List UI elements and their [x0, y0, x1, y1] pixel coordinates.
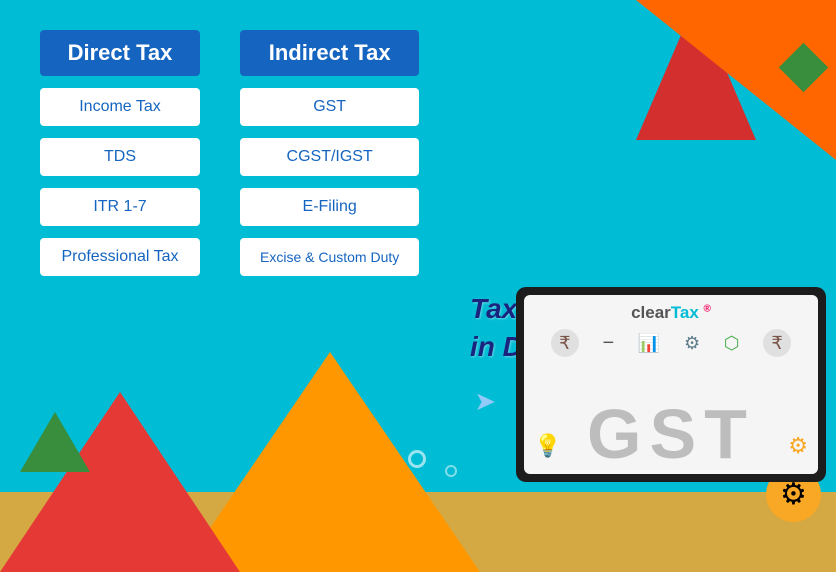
tds-item[interactable]: TDS	[40, 138, 200, 176]
rupee-right-icon: ₹	[763, 329, 791, 357]
indirect-tax-column: Indirect Tax GST CGST/IGST E-Filing Exci…	[240, 30, 419, 276]
direct-tax-column: Direct Tax Income Tax TDS ITR 1-7 Profes…	[40, 30, 200, 276]
cgst-igst-item[interactable]: CGST/IGST	[240, 138, 419, 176]
rupee-icon: ₹	[551, 329, 579, 357]
indirect-tax-header: Indirect Tax	[240, 30, 419, 76]
gst-big-text: GST	[587, 399, 755, 469]
gst-label-text: GST	[587, 395, 755, 473]
excise-custom-item[interactable]: Excise & Custom Duty	[240, 238, 419, 276]
circle-deco-2	[445, 465, 457, 477]
main-content: Direct Tax Income Tax TDS ITR 1-7 Profes…	[0, 0, 836, 306]
screen-gear-icon: ⚙	[788, 433, 808, 459]
minus-icon: −	[603, 332, 615, 355]
laptop-display: clearTax ® ₹ − 📊 ⚙ ⬡ ₹ GST 💡 ⚙	[516, 287, 826, 482]
professional-tax-item[interactable]: Professional Tax	[40, 238, 200, 276]
network-icon: ⬡	[724, 333, 740, 354]
cleartax-logo: clearTax ®	[631, 303, 711, 323]
clear-text: clear	[631, 303, 671, 322]
efiling-item[interactable]: E-Filing	[240, 188, 419, 226]
screen-icons-row: ₹ − 📊 ⚙ ⬡ ₹	[524, 325, 818, 361]
gst-item[interactable]: GST	[240, 88, 419, 126]
direct-tax-header: Direct Tax	[40, 30, 200, 76]
arrow-right-icon: ➤	[474, 386, 496, 417]
circle-deco-1	[408, 450, 426, 468]
settings-icon: ⚙	[684, 333, 700, 354]
bulb-icon: 💡	[534, 433, 561, 459]
income-tax-item[interactable]: Income Tax	[40, 88, 200, 126]
itr-item[interactable]: ITR 1-7	[40, 188, 200, 226]
tax-text: Tax	[671, 303, 699, 322]
bar-chart-icon: 📊	[638, 333, 660, 354]
bg-green-bottom-left	[20, 412, 90, 472]
